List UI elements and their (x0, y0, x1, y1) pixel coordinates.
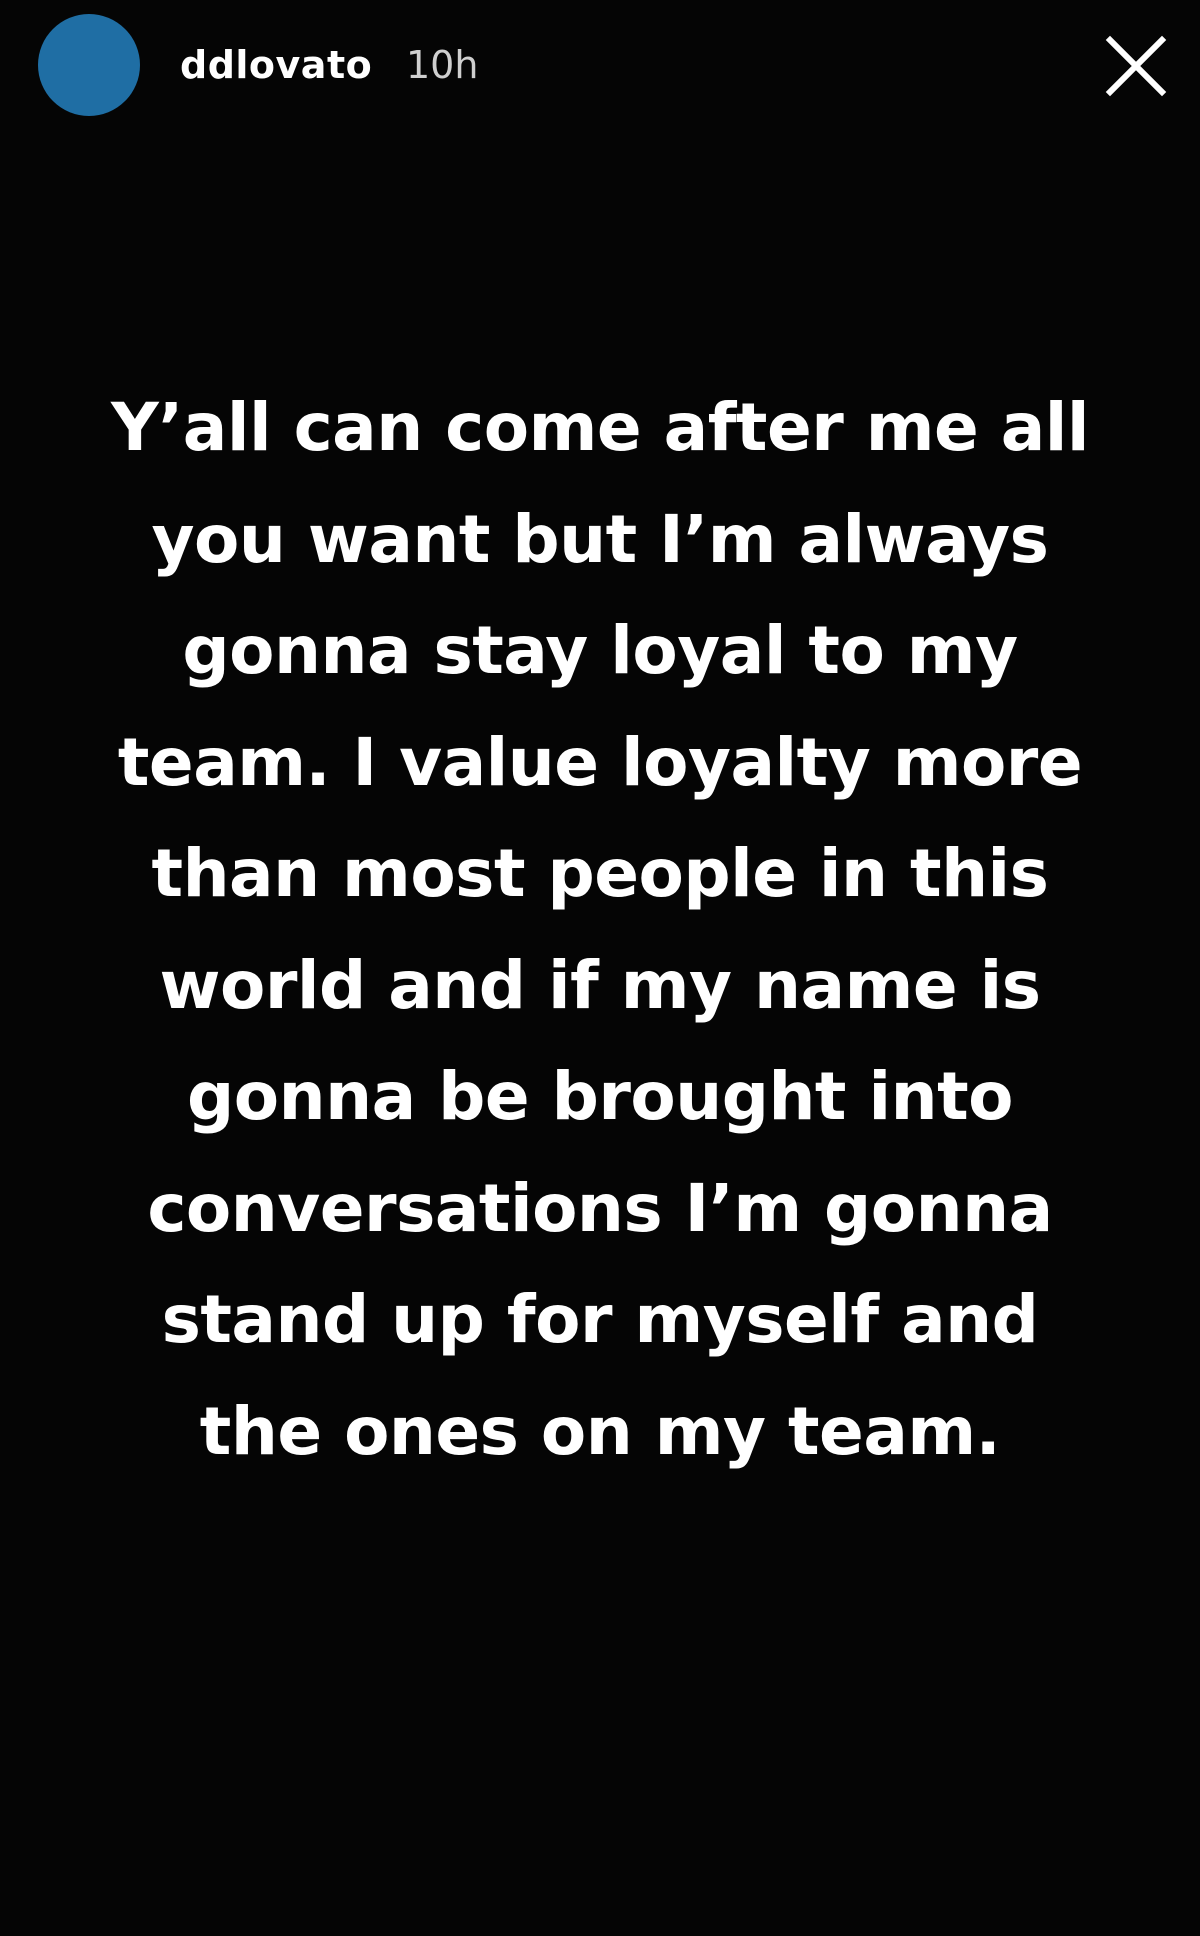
story-text-line: you want but I’m always (151, 500, 1049, 578)
story-text-line: world and if my name is (159, 946, 1041, 1024)
close-button[interactable] (1100, 30, 1172, 102)
story-text-line: the ones on my team. (199, 1392, 1001, 1470)
story-text-line: gonna be brought into (187, 1058, 1013, 1135)
story-text-line: stand up for myself and (161, 1281, 1039, 1358)
avatar[interactable] (38, 14, 140, 116)
story-text-line: Y’all can come after me all (110, 389, 1090, 466)
username[interactable]: ddlovato (180, 40, 372, 90)
story-viewer[interactable]: ddlovato 10h Y’all can come after me all… (0, 0, 1200, 1936)
story-text-line: than most people in this (151, 835, 1049, 912)
story-text-line: conversations I’m gonna (147, 1169, 1053, 1247)
story-text-line: gonna stay loyal to my (182, 612, 1018, 689)
close-icon (1105, 35, 1167, 97)
story-timestamp: 10h (406, 43, 479, 87)
story-header: ddlovato 10h (0, 0, 1200, 130)
story-text-line: team. I value loyalty more (117, 723, 1083, 801)
story-text: Y’all can come after me all you want but… (60, 372, 1140, 1487)
